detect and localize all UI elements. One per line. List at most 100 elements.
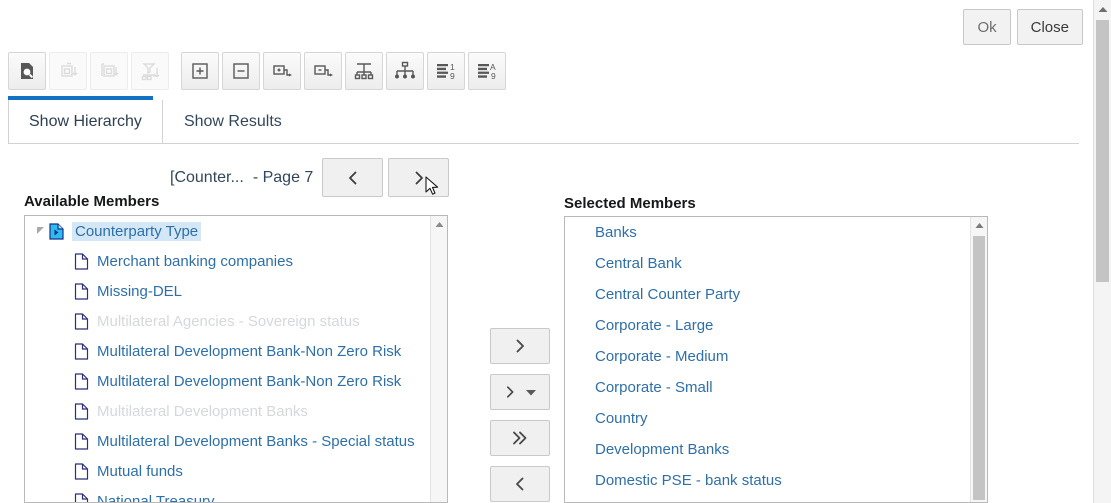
chevron-right-icon	[410, 169, 428, 187]
selected-list-item[interactable]: Banks	[565, 217, 970, 248]
selected-list-item[interactable]: Corporate - Small	[565, 372, 970, 403]
selected-members-list[interactable]: Banks Central Bank Central Counter Party Co…	[564, 216, 988, 503]
page-scrollbar[interactable]	[1093, 0, 1111, 503]
sort-numeric-button[interactable]: 1 9	[427, 52, 465, 90]
tree-item[interactable]: Multilateral Agencies - Sovereign status	[25, 306, 430, 336]
hierarchy-toolbar: 1 9 A 9	[8, 52, 506, 90]
selected-list-item[interactable]: Corporate - Large	[565, 310, 970, 341]
selected-list-item[interactable]: Country	[565, 403, 970, 434]
member-document-icon	[73, 246, 89, 276]
search-button[interactable]	[8, 52, 46, 90]
selected-list-item-label: Domestic PSE - bank status	[595, 472, 782, 489]
tree-item[interactable]: Merchant banking companies	[25, 246, 430, 276]
remove-branch-button[interactable]	[304, 52, 342, 90]
selected-list-item-label: Central Counter Party	[595, 286, 741, 303]
available-tree-scrollbar[interactable]	[430, 216, 447, 502]
show-children-button[interactable]	[345, 52, 383, 90]
selected-list-item-label: Country	[595, 410, 648, 427]
collapse-node-button[interactable]	[222, 52, 260, 90]
page-indicator: - Page 7	[252, 168, 314, 186]
tab-show-hierarchy[interactable]: Show Hierarchy	[8, 100, 163, 144]
hierarchy-tree-icon	[394, 60, 416, 82]
selected-list-item-label: Central Bank	[595, 255, 682, 272]
tree-item[interactable]: Multilateral Development Bank-Non Zero R…	[25, 366, 430, 396]
remove-branch-icon	[312, 60, 334, 82]
sort-alphabetic-button[interactable]: A 9	[468, 52, 506, 90]
selected-list-item-label: Corporate - Large	[595, 317, 714, 334]
chevron-left-icon	[512, 476, 528, 492]
available-members-caption: Available Members	[24, 193, 160, 210]
expand-descendants-button[interactable]	[90, 52, 128, 90]
member-document-icon	[73, 396, 89, 426]
member-document-icon	[73, 306, 89, 336]
close-button[interactable]: Close	[1016, 9, 1083, 45]
tree-item[interactable]: National Treasury	[25, 486, 430, 502]
selected-list-item[interactable]: Central Counter Party	[565, 279, 970, 310]
tree-item-label: Multilateral Development Bank-Non Zero R…	[97, 342, 402, 360]
dimension-label: [Counter...	[170, 168, 244, 186]
move-left-button[interactable]	[490, 466, 550, 502]
tab-show-results[interactable]: Show Results	[163, 100, 303, 144]
sort-alpha-icon: A 9	[476, 60, 498, 82]
member-document-icon	[73, 426, 89, 456]
available-members-tree[interactable]: Counterparty Type Merchant banking compan…	[24, 215, 448, 503]
tree-item[interactable]: Multilateral Development Banks - Special…	[25, 426, 430, 456]
tree-item-label: Multilateral Development Banks - Special…	[97, 432, 415, 450]
add-branch-button[interactable]	[263, 52, 301, 90]
tree-item-label: Mutual funds	[97, 462, 183, 480]
member-document-icon	[73, 456, 89, 486]
selected-list-item-label: Development Banks	[595, 441, 730, 458]
minus-box-icon	[230, 60, 252, 82]
transfer-button-group	[490, 328, 550, 502]
tree-item[interactable]: Missing-DEL	[25, 276, 430, 306]
filter-hierarchy-icon	[139, 60, 161, 82]
tree-item-label: Missing-DEL	[97, 282, 183, 300]
selected-list-item[interactable]	[565, 496, 970, 502]
page-scroll-thumb[interactable]	[1096, 20, 1109, 282]
previous-page-button[interactable]	[322, 158, 384, 197]
tree-item[interactable]: Multilateral Development Bank-Non Zero R…	[25, 336, 430, 366]
tree-item-label: Merchant banking companies	[97, 252, 293, 270]
hierarchy-node-icon	[48, 216, 64, 246]
expand-node-button[interactable]	[181, 52, 219, 90]
selected-members-caption: Selected Members	[564, 195, 696, 212]
tree-item[interactable]: Mutual funds	[25, 456, 430, 486]
collapse-descendants-icon	[57, 60, 79, 82]
chevron-down-icon	[525, 388, 537, 397]
chevron-left-icon	[344, 169, 362, 187]
member-document-icon	[73, 336, 89, 366]
page-navigation: [Counter... - Page 7	[170, 158, 454, 197]
move-right-options-button[interactable]	[490, 374, 550, 410]
member-document-icon	[73, 486, 89, 502]
scroll-up-arrow-icon[interactable]	[971, 217, 987, 234]
page-scroll-up-arrow-icon[interactable]	[1094, 0, 1111, 18]
svg-text:9: 9	[491, 71, 496, 81]
chevron-right-icon	[503, 385, 517, 399]
selected-list-item[interactable]: Corporate - Medium	[565, 341, 970, 372]
tree-item-label: Counterparty Type	[72, 221, 202, 241]
expand-descendants-icon	[98, 60, 120, 82]
selected-list-item-label: Banks	[595, 224, 637, 241]
move-all-right-button[interactable]	[490, 420, 550, 456]
next-page-button[interactable]	[388, 158, 450, 197]
member-selector-dialog: Ok Close 1 9 A 9 Show Hierarchy Show Res…	[0, 0, 1111, 503]
selected-list-item[interactable]: Development Banks	[565, 434, 970, 465]
filter-hierarchy-button[interactable]	[131, 52, 169, 90]
tree-item[interactable]: Counterparty Type	[25, 216, 430, 246]
ok-button[interactable]: Ok	[963, 9, 1011, 45]
scroll-thumb[interactable]	[973, 236, 985, 500]
member-document-icon	[73, 276, 89, 306]
scroll-up-arrow-icon[interactable]	[431, 216, 447, 233]
collapse-descendants-button[interactable]	[49, 52, 87, 90]
selected-list-item[interactable]: Domestic PSE - bank status	[565, 465, 970, 496]
member-document-icon	[73, 366, 89, 396]
selected-list-item[interactable]: Central Bank	[565, 248, 970, 279]
svg-text:9: 9	[450, 71, 455, 81]
move-right-button[interactable]	[490, 328, 550, 364]
tab-strip: Show Hierarchy Show Results	[8, 96, 1079, 144]
selected-list-scrollbar[interactable]	[970, 217, 987, 502]
show-tree-button[interactable]	[386, 52, 424, 90]
tree-item[interactable]: Multilateral Development Banks	[25, 396, 430, 426]
add-branch-icon	[271, 60, 293, 82]
tree-collapse-triangle-icon[interactable]	[33, 216, 48, 246]
